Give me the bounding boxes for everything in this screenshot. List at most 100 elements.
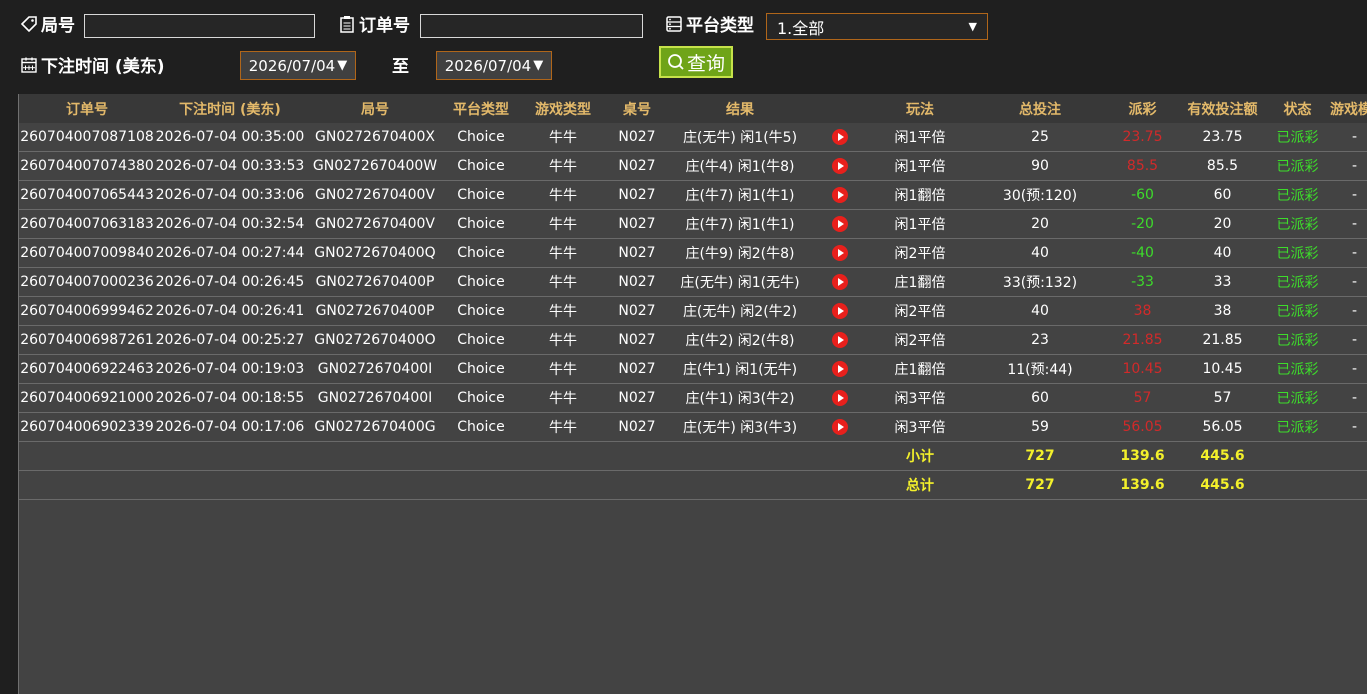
- total-bet: 727: [975, 470, 1105, 500]
- game-no-input[interactable]: [84, 14, 315, 38]
- summary-cell: [1265, 470, 1330, 500]
- platform-select[interactable]: 1.全部 ▼: [766, 13, 988, 40]
- summary-cell: [155, 470, 305, 500]
- play-icon[interactable]: [832, 303, 848, 319]
- table-no-cell: N027: [609, 383, 665, 413]
- result-cell: 庄(无牛) 闲1(无牛): [665, 267, 815, 297]
- col-header[interactable]: 桌号: [609, 94, 665, 123]
- valid-bet-cell: 60: [1180, 180, 1265, 210]
- valid-bet-cell: 20: [1180, 209, 1265, 239]
- status-cell: 已派彩: [1265, 296, 1330, 326]
- query-button[interactable]: 查询: [659, 46, 733, 78]
- col-header[interactable]: 游戏类型: [517, 94, 609, 123]
- game-no-cell: GN0272670400V: [305, 209, 445, 239]
- subtotal-payout: 139.6: [1105, 441, 1180, 471]
- chevron-down-icon: ▼: [533, 58, 544, 73]
- col-header[interactable]: 游戏模式: [1330, 94, 1367, 123]
- play-icon[interactable]: [832, 129, 848, 145]
- bet-time-label: 下注时间 (美东): [20, 52, 164, 77]
- valid-bet-cell: 10.45: [1180, 354, 1265, 384]
- payout-cell: 56.05: [1105, 412, 1180, 442]
- total-bet-cell: 30(预:120): [975, 180, 1105, 210]
- bet-time-cell: 2026-07-04 00:32:54: [155, 209, 305, 239]
- play-icon[interactable]: [832, 187, 848, 203]
- total-bet-cell: 33(预:132): [975, 267, 1105, 297]
- col-header[interactable]: 订单号: [19, 94, 155, 123]
- summary-cell: [1265, 441, 1330, 471]
- col-header[interactable]: 平台类型: [445, 94, 517, 123]
- game-mode-cell: -: [1330, 180, 1367, 210]
- status-cell: 已派彩: [1265, 325, 1330, 355]
- total-bet-cell: 59: [975, 412, 1105, 442]
- bet-time-cell: 2026-07-04 00:19:03: [155, 354, 305, 384]
- replay-cell: [815, 151, 865, 181]
- table-row: 260704006921000 2026-07-04 00:18:55 GN0272…: [19, 383, 1367, 413]
- bet-time-cell: 2026-07-04 00:26:45: [155, 267, 305, 297]
- summary-cell: [815, 441, 865, 471]
- col-header[interactable]: 派彩: [1105, 94, 1180, 123]
- result-cell: 庄(无牛) 闲3(牛3): [665, 412, 815, 442]
- play-icon[interactable]: [832, 216, 848, 232]
- table-no-cell: N027: [609, 180, 665, 210]
- order-no-cell: 260704006922463: [19, 354, 155, 384]
- play-icon[interactable]: [832, 419, 848, 435]
- payout-cell: -60: [1105, 180, 1180, 210]
- play-icon[interactable]: [832, 245, 848, 261]
- play-icon[interactable]: [832, 390, 848, 406]
- date-from-picker[interactable]: 2026/07/04 ▼: [240, 51, 356, 80]
- play-icon[interactable]: [832, 274, 848, 290]
- order-no-cell: 260704007009840: [19, 238, 155, 268]
- platform-select-value: 1.全部: [777, 18, 825, 38]
- col-header[interactable]: 总投注: [975, 94, 1105, 123]
- replay-cell: [815, 180, 865, 210]
- game-mode-cell: -: [1330, 354, 1367, 384]
- col-header[interactable]: 下注时间 (美东): [155, 94, 305, 123]
- payout-cell: -33: [1105, 267, 1180, 297]
- bet-time-cell: 2026-07-04 00:25:27: [155, 325, 305, 355]
- order-no-input[interactable]: [420, 14, 643, 38]
- table-body: 260704007087108 2026-07-04 00:35:00 GN0272…: [19, 123, 1367, 500]
- platform-cell: Choice: [445, 296, 517, 326]
- replay-cell: [815, 383, 865, 413]
- play-icon[interactable]: [832, 332, 848, 348]
- summary-cell: [305, 470, 445, 500]
- col-header[interactable]: 有效投注额: [1180, 94, 1265, 123]
- col-header[interactable]: 结果: [665, 94, 815, 123]
- game-mode-cell: -: [1330, 383, 1367, 413]
- table-row: 260704007074380 2026-07-04 00:33:53 GN0272…: [19, 151, 1367, 181]
- col-header[interactable]: 状态: [1265, 94, 1330, 123]
- table-no-cell: N027: [609, 209, 665, 239]
- result-cell: 庄(牛4) 闲1(牛8): [665, 151, 815, 181]
- summary-cell: [19, 470, 155, 500]
- table-no-cell: N027: [609, 123, 665, 152]
- summary-cell: [1330, 441, 1367, 471]
- table-no-cell: N027: [609, 267, 665, 297]
- date-to-value: 2026/07/04: [444, 56, 532, 75]
- table-no-cell: N027: [609, 151, 665, 181]
- subtotal-valid: 445.6: [1180, 441, 1265, 471]
- date-from-value: 2026/07/04: [248, 56, 336, 75]
- play-type-cell: 闲2平倍: [865, 325, 975, 355]
- result-cell: 庄(牛9) 闲2(牛8): [665, 238, 815, 268]
- summary-cell: [609, 470, 665, 500]
- subtotal-bet: 727: [975, 441, 1105, 471]
- total-row: 总计 727 139.6 445.6: [19, 470, 1367, 500]
- col-header[interactable]: 玩法: [865, 94, 975, 123]
- game-type-cell: 牛牛: [517, 123, 609, 152]
- total-bet-cell: 60: [975, 383, 1105, 413]
- valid-bet-cell: 38: [1180, 296, 1265, 326]
- calendar-icon: [20, 56, 38, 74]
- play-icon[interactable]: [832, 361, 848, 377]
- summary-cell: [1330, 470, 1367, 500]
- summary-cell: [19, 441, 155, 471]
- chevron-down-icon: ▼: [337, 58, 348, 73]
- platform-cell: Choice: [445, 151, 517, 181]
- game-type-cell: 牛牛: [517, 412, 609, 442]
- payout-cell: 85.5: [1105, 151, 1180, 181]
- to-label: 至: [392, 57, 409, 77]
- date-to-picker[interactable]: 2026/07/04 ▼: [436, 51, 552, 80]
- col-header[interactable]: 局号: [305, 94, 445, 123]
- play-icon[interactable]: [832, 158, 848, 174]
- game-no-cell: GN0272670400I: [305, 354, 445, 384]
- play-type-cell: 闲1平倍: [865, 209, 975, 239]
